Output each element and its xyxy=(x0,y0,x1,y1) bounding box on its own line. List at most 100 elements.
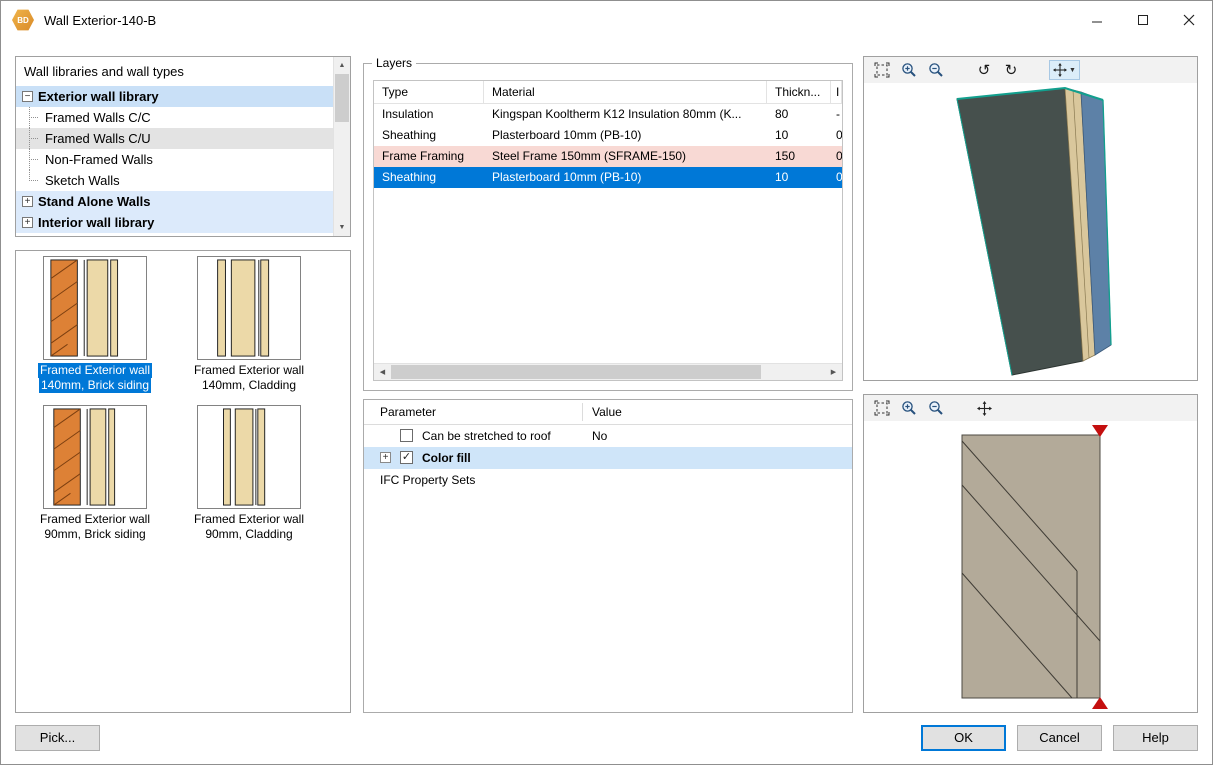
param-label: Can be stretched to roof xyxy=(422,429,551,443)
scroll-right-icon[interactable]: ▶ xyxy=(825,364,842,380)
tree-item-framed-walls-cc[interactable]: Framed Walls C/C xyxy=(16,107,333,128)
param-row-ifc-property-sets[interactable]: IFC Property Sets xyxy=(364,469,852,491)
param-row-can-be-stretched[interactable]: Can be stretched to roof No xyxy=(364,425,852,447)
scroll-left-icon[interactable]: ◀ xyxy=(374,364,391,380)
layer-row-frame-framing[interactable]: Frame Framing Steel Frame 150mm (SFRAME-… xyxy=(374,146,842,167)
layer-type-cell: Sheathing xyxy=(374,167,484,188)
wall-type-item-90-cladding[interactable]: Framed Exterior wall 90mm, Cladding xyxy=(174,405,324,542)
wall-section-thumbnail xyxy=(197,405,301,509)
column-header-parameter[interactable]: Parameter xyxy=(380,405,436,419)
help-button[interactable]: Help xyxy=(1113,725,1198,751)
layers-group: Layers Type Material Thickn... I Insulat… xyxy=(363,63,853,391)
title-bar: BD Wall Exterior-140-B xyxy=(1,1,1212,39)
cancel-button[interactable]: Cancel xyxy=(1017,725,1102,751)
param-row-color-fill[interactable]: + ✓ Color fill xyxy=(364,447,852,469)
tree-item-label: Sketch Walls xyxy=(45,173,120,188)
frame-zoom-icon[interactable] xyxy=(872,60,892,80)
minimize-icon xyxy=(1091,14,1103,26)
tree-item-stand-alone-walls[interactable]: + Stand Alone Walls xyxy=(16,191,333,212)
column-header-extra[interactable]: I xyxy=(831,81,842,103)
tree-item-label: Framed Walls C/U xyxy=(45,131,151,146)
zoom-in-icon[interactable] xyxy=(899,398,919,418)
layer-type-cell: Sheathing xyxy=(374,125,484,146)
pick-button[interactable]: Pick... xyxy=(15,725,100,751)
wall-type-item-90-brick[interactable]: Framed Exterior wall 90mm, Brick siding xyxy=(20,405,170,542)
wall-type-label: Framed Exterior wall 140mm, Brick siding xyxy=(20,363,170,393)
layer-extra-cell: 0 xyxy=(831,167,842,188)
checkbox-checked[interactable]: ✓ xyxy=(400,451,413,464)
tree-item-interior-wall-library[interactable]: + Interior wall library xyxy=(16,212,333,233)
column-divider[interactable] xyxy=(582,403,583,421)
tree-item-label: Exterior wall library xyxy=(38,89,159,104)
minimize-button[interactable] xyxy=(1074,1,1120,39)
wall-type-item-140-cladding[interactable]: Framed Exterior wall 140mm, Cladding xyxy=(174,256,324,393)
wall-section-thumbnail xyxy=(43,256,147,360)
layer-type-cell: Insulation xyxy=(374,104,484,125)
column-header-type[interactable]: Type xyxy=(374,81,484,103)
wall-type-label: Framed Exterior wall 140mm, Cladding xyxy=(174,363,324,393)
expand-icon[interactable]: + xyxy=(22,196,33,207)
collapse-icon[interactable]: − xyxy=(22,91,33,102)
tree-item-sketch-walls[interactable]: Sketch Walls xyxy=(16,170,333,191)
preview-2d-toolbar xyxy=(864,395,1197,421)
tree-item-non-framed-walls[interactable]: Non-Framed Walls xyxy=(16,149,333,170)
parameters-header: Parameter Value xyxy=(364,400,852,425)
tree-branch-line xyxy=(29,128,45,149)
preview-3d-panel: ↺ ↻ ▼ xyxy=(863,56,1198,381)
tree-item-framed-walls-cu[interactable]: Framed Walls C/U xyxy=(16,128,333,149)
tree-branch-line xyxy=(29,170,45,191)
orbit-pan-button[interactable]: ▼ xyxy=(1049,60,1080,80)
scrollbar-thumb[interactable] xyxy=(391,365,761,379)
layer-extra-cell: - xyxy=(831,104,842,125)
scrollbar-thumb[interactable] xyxy=(335,74,349,122)
close-icon xyxy=(1183,14,1195,26)
param-value[interactable]: No xyxy=(592,429,607,443)
expand-icon[interactable]: + xyxy=(22,217,33,228)
dropdown-icon[interactable]: ▼ xyxy=(1069,67,1076,74)
layer-extra-cell: 0 xyxy=(831,125,842,146)
tree-header: Wall libraries and wall types xyxy=(16,57,350,84)
frame-zoom-icon[interactable] xyxy=(872,398,892,418)
column-header-thickness[interactable]: Thickn... xyxy=(767,81,831,103)
tree-item-exterior-wall-library[interactable]: − Exterior wall library xyxy=(16,86,333,107)
maximize-button[interactable] xyxy=(1120,1,1166,39)
app-icon: BD xyxy=(12,9,34,31)
vertical-scrollbar[interactable]: ▲ ▼ xyxy=(333,57,350,236)
section-marker-bottom xyxy=(1092,697,1108,709)
rotate-cw-icon[interactable]: ↻ xyxy=(1001,60,1021,80)
layer-type-cell: Frame Framing xyxy=(374,146,484,167)
wall-type-gallery: Framed Exterior wall 140mm, Brick siding… xyxy=(15,250,351,713)
layer-row-sheathing-1[interactable]: Sheathing Plasterboard 10mm (PB-10) 10 0 xyxy=(374,125,842,146)
scroll-up-icon[interactable]: ▲ xyxy=(334,57,350,74)
tree-item-label: Non-Framed Walls xyxy=(45,152,153,167)
layer-thickness-cell: 150 xyxy=(767,146,831,167)
column-header-material[interactable]: Material xyxy=(484,81,767,103)
layers-table-header: Type Material Thickn... I xyxy=(374,81,842,104)
zoom-in-icon[interactable] xyxy=(899,60,919,80)
param-label: Color fill xyxy=(422,451,471,465)
pan-move-icon[interactable] xyxy=(974,398,994,418)
wall-type-item-140-brick[interactable]: Framed Exterior wall 140mm, Brick siding xyxy=(20,256,170,393)
rotate-ccw-icon[interactable]: ↺ xyxy=(974,60,994,80)
zoom-out-icon[interactable] xyxy=(926,60,946,80)
close-button[interactable] xyxy=(1166,1,1212,39)
expand-icon[interactable]: + xyxy=(380,452,391,463)
checkbox-unchecked[interactable] xyxy=(400,429,413,442)
tree-body: − Exterior wall library Framed Walls C/C… xyxy=(16,86,333,233)
layer-material-cell: Plasterboard 10mm (PB-10) xyxy=(484,167,767,188)
layer-thickness-cell: 10 xyxy=(767,125,831,146)
layer-thickness-cell: 80 xyxy=(767,104,831,125)
ok-button[interactable]: OK xyxy=(921,725,1006,751)
layer-row-insulation[interactable]: Insulation Kingspan Kooltherm K12 Insula… xyxy=(374,104,842,125)
param-label: IFC Property Sets xyxy=(380,473,475,487)
wall-3d-view[interactable] xyxy=(864,83,1197,380)
wall-section-thumbnail xyxy=(197,256,301,360)
wall-2d-section-view[interactable] xyxy=(864,421,1197,712)
zoom-out-icon[interactable] xyxy=(926,398,946,418)
column-header-value[interactable]: Value xyxy=(592,405,622,419)
tree-branch-line xyxy=(29,149,45,170)
scroll-down-icon[interactable]: ▼ xyxy=(334,219,350,236)
layers-group-label: Layers xyxy=(372,56,416,70)
layer-row-sheathing-2-selected[interactable]: Sheathing Plasterboard 10mm (PB-10) 10 0 xyxy=(374,167,842,188)
horizontal-scrollbar[interactable]: ◀ ▶ xyxy=(374,363,842,380)
